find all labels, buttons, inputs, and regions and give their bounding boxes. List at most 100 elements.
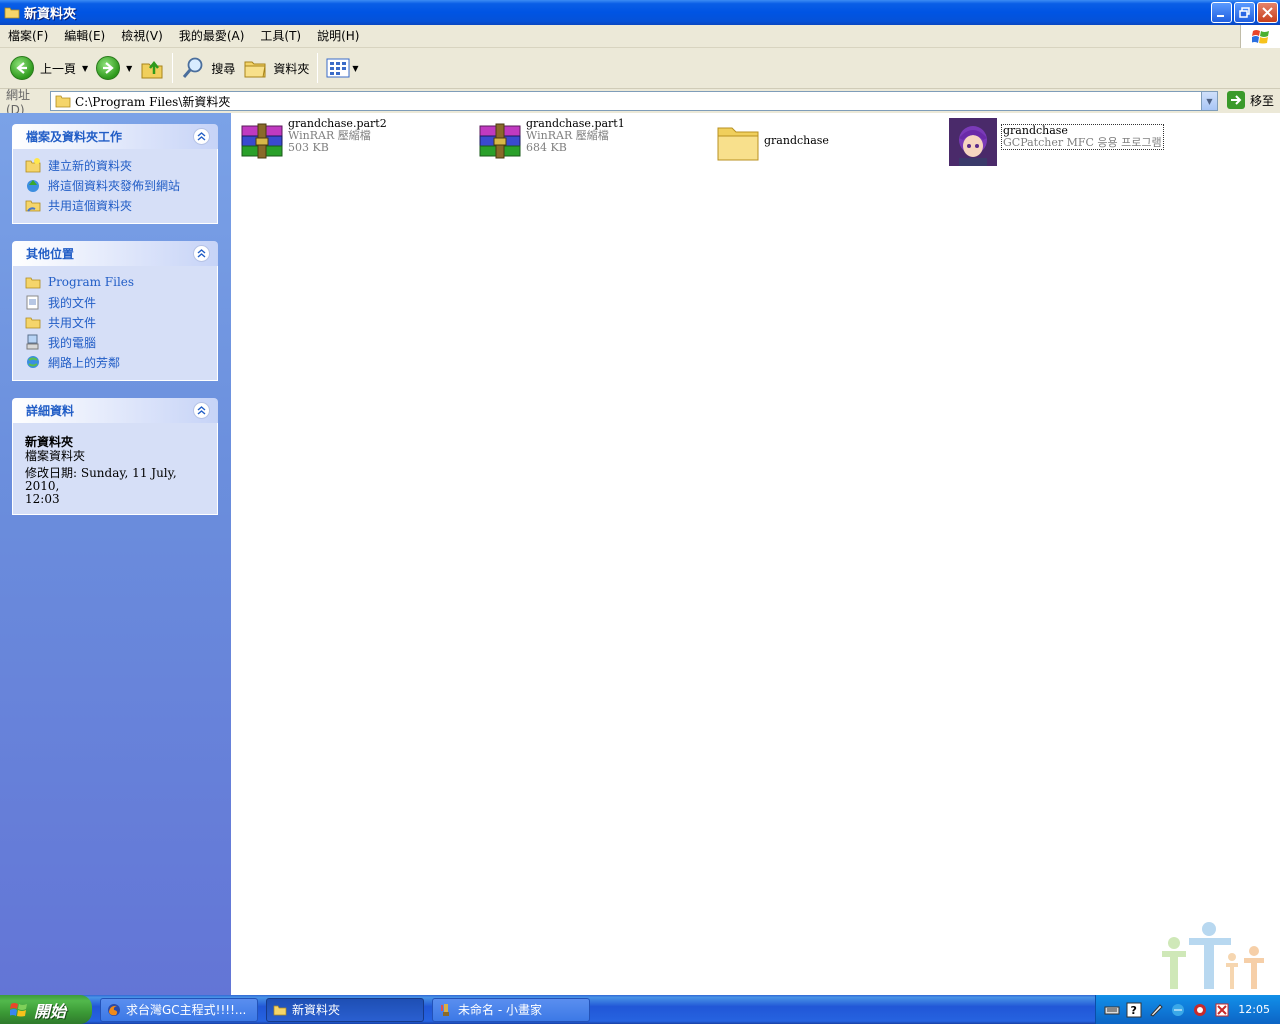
antivirus-icon[interactable]: [1192, 1002, 1208, 1018]
start-button[interactable]: 開始: [0, 995, 92, 1024]
publish-web-icon: [27, 180, 39, 192]
place-my-documents[interactable]: 我的文件: [25, 292, 205, 312]
folder-item[interactable]: grandchase: [714, 118, 829, 166]
minimize-button[interactable]: [1211, 2, 1232, 23]
panel-title: 詳細資料: [26, 404, 75, 418]
collapse-icon[interactable]: [193, 128, 210, 145]
taskbar-button-explorer[interactable]: 新資料夾: [266, 997, 424, 1022]
taskbar-button-firefox[interactable]: 求台灣GC主程式!!!!...: [100, 997, 258, 1022]
address-dropdown-icon[interactable]: ▼: [1201, 92, 1217, 110]
folders-button[interactable]: 資料夾: [239, 50, 313, 86]
winrar-archive-icon: [241, 123, 283, 159]
my-documents-icon: [26, 295, 39, 310]
title-bar[interactable]: 新資料夾: [0, 0, 1280, 25]
restore-button[interactable]: [1234, 2, 1255, 23]
up-folder-icon: [141, 60, 163, 79]
my-computer-icon: [26, 334, 39, 350]
link-label: 我的文件: [48, 295, 97, 310]
file-name: grandchase: [764, 134, 829, 147]
paint-icon: [441, 1003, 449, 1016]
go-button[interactable]: 移至: [1226, 91, 1274, 109]
address-value: C:\Program Files\新資料夾: [75, 94, 231, 109]
keyboard-icon[interactable]: [1104, 1002, 1120, 1018]
toolbar: 上一頁 ▼ ▼ 搜尋 資料夾 ▼: [0, 48, 1280, 89]
menu-bar: 檔案(F) 編輯(E) 檢視(V) 我的最愛(A) 工具(T) 說明(H): [0, 25, 1280, 48]
address-bar: 網址(D) C:\Program Files\新資料夾 ▼ 移至: [0, 88, 1280, 117]
views-button[interactable]: ▼: [322, 50, 362, 86]
collapse-icon[interactable]: [193, 402, 210, 419]
clock[interactable]: 12:05: [1238, 1003, 1270, 1016]
windows-flag-icon: [10, 1002, 27, 1016]
panel-title: 其他位置: [26, 247, 75, 261]
file-size: 503 KB: [288, 141, 329, 154]
panel-header[interactable]: 檔案及資料夾工作: [12, 124, 218, 149]
details-modified: 修改日期: Sunday, 11 July, 2010,: [25, 466, 177, 493]
file-item[interactable]: grandchase GCPatcher MFC 응용 프로그램: [949, 118, 1164, 166]
menu-file[interactable]: 檔案(F): [0, 25, 56, 48]
details-panel: 詳細資料 新資料夾 檔案資料夾 修改日期: Sunday, 11 July, 2…: [12, 398, 218, 515]
details-type: 檔案資料夾: [25, 449, 86, 463]
taskbar-button-paint[interactable]: 未命名 - 小畫家: [432, 997, 590, 1022]
forward-button[interactable]: ▼: [92, 50, 136, 86]
link-label: 將這個資料夾發佈到網站: [48, 178, 181, 193]
help-icon[interactable]: ?: [1126, 1002, 1142, 1018]
back-label: 上一頁: [40, 61, 77, 76]
forward-arrow-icon: [96, 56, 121, 80]
network-icon[interactable]: [1170, 1002, 1186, 1018]
make-new-folder-link[interactable]: 建立新的資料夾: [25, 155, 205, 175]
security-icon[interactable]: [1214, 1002, 1230, 1018]
menu-tools[interactable]: 工具(T): [252, 25, 309, 48]
toolbar-separator: [172, 53, 174, 83]
link-label: 建立新的資料夾: [48, 158, 133, 173]
firefox-icon: [108, 1003, 120, 1016]
panel-title: 檔案及資料夾工作: [26, 130, 123, 144]
menu-help[interactable]: 說明(H): [309, 25, 367, 48]
search-button[interactable]: 搜尋: [177, 50, 239, 86]
menu-favorites[interactable]: 我的最愛(A): [171, 25, 253, 48]
link-label: Program Files: [48, 275, 135, 289]
menu-view[interactable]: 檢視(V): [113, 25, 171, 48]
file-folder-tasks-panel: 檔案及資料夾工作 建立新的資料夾 將這個資料夾發佈到網站 共用這個資料夾: [12, 124, 218, 224]
place-shared-documents[interactable]: 共用文件: [25, 312, 205, 332]
go-label: 移至: [1249, 93, 1274, 108]
windows-logo-icon: [1240, 25, 1280, 48]
file-list-view[interactable]: grandchase.part2 WinRAR 壓縮檔 503 KB grand…: [233, 113, 1280, 995]
publish-folder-link[interactable]: 將這個資料夾發佈到網站: [25, 175, 205, 195]
views-dropdown-icon[interactable]: ▼: [352, 64, 358, 73]
close-button[interactable]: [1257, 2, 1278, 23]
details-name: 新資料夾: [25, 435, 74, 449]
file-item[interactable]: grandchase.part2 WinRAR 壓縮檔 503 KB: [238, 118, 387, 166]
task-label: 新資料夾: [292, 1003, 341, 1017]
menu-edit[interactable]: 編輯(E): [56, 25, 113, 48]
link-label: 網路上的芳鄰: [48, 355, 121, 370]
network-places-icon: [27, 356, 39, 368]
collapse-icon[interactable]: [193, 245, 210, 262]
back-dropdown-icon[interactable]: ▼: [82, 64, 88, 73]
taskbar: 開始 求台灣GC主程式!!!!... 新資料夾 未命名 - 小畫家 ? 12:0…: [0, 995, 1280, 1024]
place-my-computer[interactable]: 我的電腦: [25, 332, 205, 352]
file-size: 684 KB: [526, 141, 567, 154]
share-folder-link[interactable]: 共用這個資料夾: [25, 195, 205, 215]
folder-icon: [25, 277, 41, 289]
pen-icon[interactable]: [1148, 1002, 1164, 1018]
task-label: 未命名 - 小畫家: [458, 1003, 542, 1017]
system-tray: ? 12:05: [1095, 995, 1280, 1024]
winrar-archive-icon: [479, 123, 521, 159]
search-icon: [183, 57, 203, 78]
folder-icon: [55, 95, 71, 108]
panel-header[interactable]: 詳細資料: [12, 398, 218, 423]
forward-dropdown-icon[interactable]: ▼: [126, 64, 132, 73]
task-pane: 檔案及資料夾工作 建立新的資料夾 將這個資料夾發佈到網站 共用這個資料夾 其他位…: [0, 113, 232, 995]
up-folder-button[interactable]: [136, 50, 168, 86]
back-arrow-icon: [10, 56, 34, 80]
link-label: 共用這個資料夾: [48, 198, 133, 213]
place-program-files[interactable]: Program Files: [25, 272, 205, 292]
file-item[interactable]: grandchase.part1 WinRAR 壓縮檔 684 KB: [476, 118, 625, 166]
views-icon: [326, 58, 350, 78]
start-label: 開始: [34, 1001, 67, 1021]
back-button[interactable]: 上一頁 ▼: [6, 50, 92, 86]
folders-label: 資料夾: [273, 61, 310, 76]
panel-header[interactable]: 其他位置: [12, 241, 218, 266]
address-input[interactable]: C:\Program Files\新資料夾 ▼: [50, 91, 1218, 111]
place-network-places[interactable]: 網路上的芳鄰: [25, 352, 205, 372]
